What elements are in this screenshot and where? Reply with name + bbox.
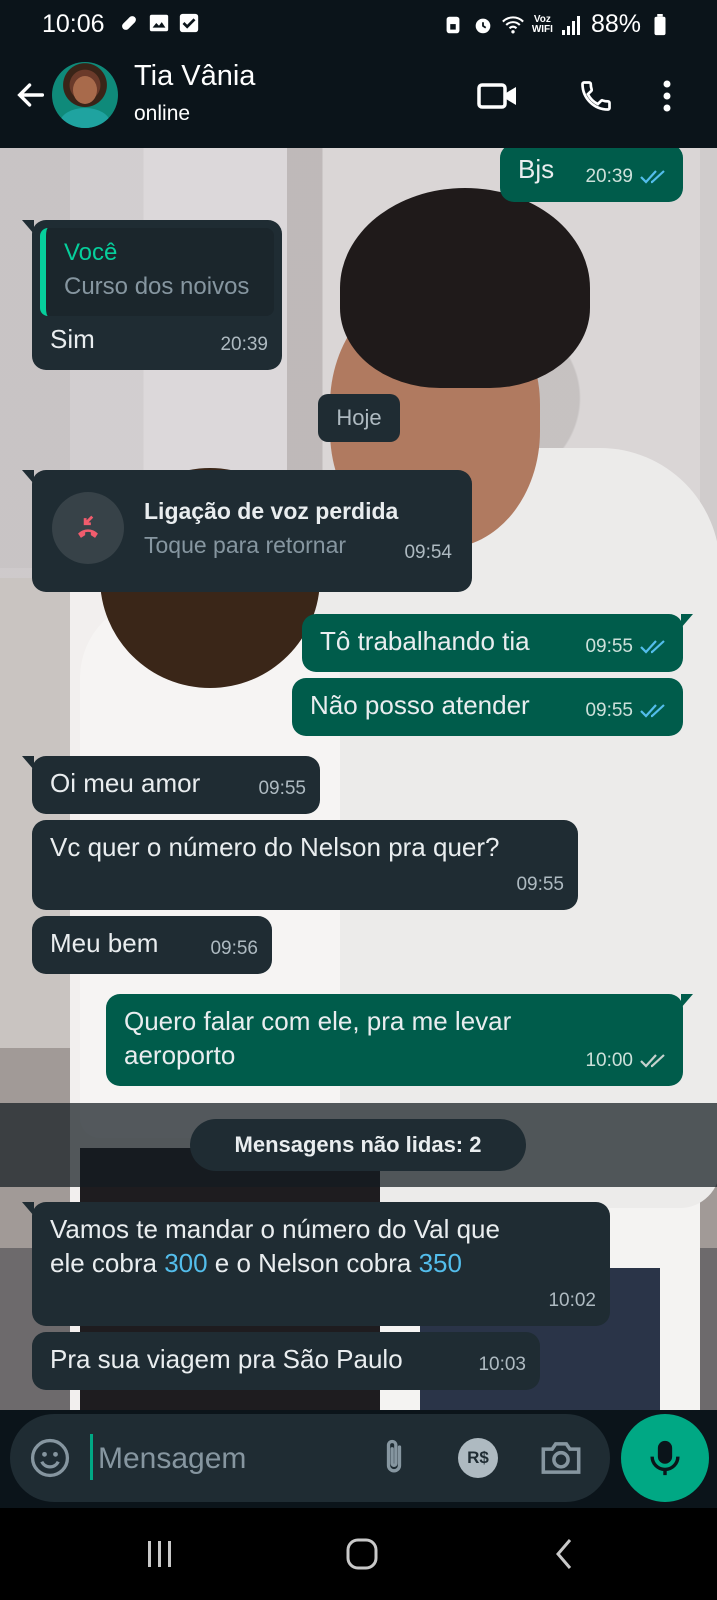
camera-button[interactable] bbox=[538, 1436, 584, 1480]
system-navigation-bar bbox=[0, 1508, 717, 1600]
message-bubble-incoming[interactable]: Meu bem 09:56 bbox=[32, 916, 272, 974]
video-call-button[interactable] bbox=[476, 74, 520, 118]
message-bubble-outgoing[interactable]: Quero falar com ele, pra me levar aeropo… bbox=[106, 994, 693, 1086]
message-bubble-incoming[interactable]: Você Curso dos noivos Sim 20:39 bbox=[22, 220, 282, 370]
date-divider: Hoje bbox=[318, 394, 400, 442]
paperclip-icon bbox=[386, 1439, 402, 1473]
contact-status: online bbox=[134, 102, 191, 125]
video-camera-icon bbox=[477, 83, 516, 109]
read-ticks-icon bbox=[640, 170, 665, 184]
home-button[interactable] bbox=[332, 1528, 392, 1580]
missed-call-bubble[interactable]: Ligação de voz perdida Toque para retorn… bbox=[22, 470, 472, 592]
home-icon bbox=[346, 1538, 378, 1570]
emoji-button[interactable] bbox=[28, 1436, 72, 1480]
unread-divider: Mensagens não lidas: 2 bbox=[0, 1103, 717, 1187]
kebab-menu-icon bbox=[663, 80, 671, 112]
delivered-ticks-icon bbox=[640, 1054, 665, 1068]
contact-name[interactable]: Tia Vânia bbox=[134, 60, 255, 93]
voice-call-button[interactable] bbox=[574, 74, 618, 118]
recent-apps-button[interactable] bbox=[130, 1528, 190, 1580]
message-list[interactable]: Bjs 20:39 Você Curso dos noivos Sim 20:3… bbox=[0, 148, 717, 1410]
back-button[interactable] bbox=[14, 78, 48, 112]
message-input[interactable] bbox=[96, 1432, 360, 1486]
signal-icon bbox=[561, 14, 583, 36]
attach-button[interactable] bbox=[372, 1436, 416, 1480]
message-bubble-incoming[interactable]: Oi meu amor 09:55 bbox=[22, 756, 320, 814]
payment-button[interactable]: R$ bbox=[458, 1438, 498, 1478]
phone-number-link[interactable]: 300 bbox=[164, 1248, 207, 1278]
read-ticks-icon bbox=[640, 704, 665, 718]
system-back-button[interactable] bbox=[534, 1528, 594, 1580]
pill-icon bbox=[118, 12, 140, 34]
arrow-left-icon bbox=[17, 83, 45, 107]
message-bubble-outgoing[interactable]: Não posso atender 09:55 bbox=[292, 678, 683, 736]
text-cursor bbox=[90, 1434, 93, 1480]
message-bubble-outgoing[interactable]: Bjs 20:39 bbox=[500, 148, 683, 202]
battery-percent: 88% bbox=[590, 10, 641, 38]
quoted-message[interactable]: Você Curso dos noivos bbox=[40, 228, 274, 316]
microphone-icon bbox=[650, 1440, 680, 1476]
chevron-left-icon bbox=[556, 1539, 572, 1569]
recents-icon bbox=[148, 1541, 171, 1567]
unread-count-label: Mensagens não lidas: 2 bbox=[190, 1119, 526, 1171]
read-ticks-icon bbox=[640, 640, 665, 654]
status-time: 10:06 bbox=[42, 10, 105, 38]
missed-call-icon bbox=[52, 492, 124, 564]
avatar[interactable] bbox=[52, 62, 118, 128]
volte-indicator: Voz WIFI bbox=[531, 13, 553, 35]
battery-icon bbox=[649, 13, 671, 36]
message-bubble-incoming[interactable]: Vc quer o número do Nelson pra quer? 09:… bbox=[32, 820, 578, 910]
more-options-button[interactable] bbox=[652, 74, 682, 118]
message-bubble-incoming[interactable]: Vamos te mandar o número do Val que ele … bbox=[22, 1202, 610, 1326]
alarm-icon bbox=[472, 14, 494, 36]
checkbox-icon bbox=[178, 12, 200, 34]
camera-icon bbox=[541, 1442, 581, 1474]
voice-message-button[interactable] bbox=[621, 1414, 709, 1502]
message-composer: R$ bbox=[10, 1414, 610, 1502]
lock-icon bbox=[442, 14, 464, 36]
emoji-icon bbox=[30, 1438, 70, 1478]
chat-header: Tia Vânia online bbox=[0, 48, 717, 148]
phone-number-link[interactable]: 350 bbox=[419, 1248, 462, 1278]
status-bar: 10:06 Voz WIFI 88% bbox=[0, 0, 717, 48]
phone-icon bbox=[581, 81, 611, 111]
gallery-icon bbox=[148, 12, 170, 34]
wifi-icon bbox=[501, 14, 524, 36]
message-bubble-outgoing[interactable]: Tô trabalhando tia 09:55 bbox=[302, 614, 693, 672]
message-bubble-incoming[interactable]: Pra sua viagem pra São Paulo 10:03 bbox=[32, 1332, 540, 1390]
